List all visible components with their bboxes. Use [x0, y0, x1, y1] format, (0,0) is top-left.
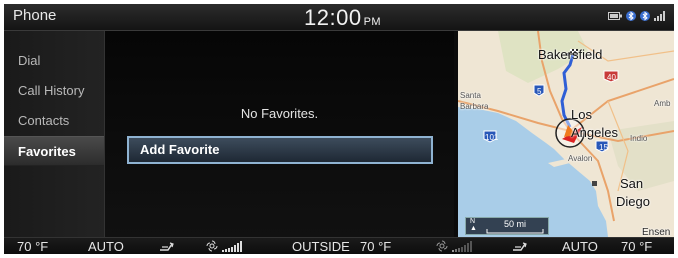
- infotainment-screen: Phone 12:00 PM Dial Call History Contacts…: [4, 4, 674, 254]
- outside-label: OUTSIDE: [292, 239, 350, 254]
- scale-bar: [486, 229, 544, 234]
- sidebar-item-dial[interactable]: Dial: [4, 46, 104, 76]
- navigation-map[interactable]: Bakersfield Santa Barbara Amb Los Angele…: [458, 31, 674, 237]
- clock-time: 12:00: [304, 5, 362, 30]
- bluetooth-icon: [626, 11, 636, 21]
- fan-speed-icon[interactable]: [436, 240, 480, 253]
- status-icons: [608, 11, 666, 21]
- signal-icon: [654, 11, 665, 21]
- north-label: N: [470, 218, 476, 225]
- air-direction-icon[interactable]: [158, 241, 176, 253]
- north-arrow-icon[interactable]: N ▲: [470, 218, 477, 232]
- clock: 12:00 PM: [304, 5, 381, 31]
- sidebar-item-favorites[interactable]: Favorites: [4, 136, 104, 166]
- shield-label-15: 15: [599, 143, 608, 152]
- shield-label-5: 5: [537, 87, 542, 96]
- map-label-los: Los: [571, 107, 592, 122]
- sidebar-item-call-history[interactable]: Call History: [4, 76, 104, 106]
- scale-value: 50 mi: [504, 219, 527, 229]
- clock-ampm: PM: [363, 16, 382, 28]
- right-climate-mode[interactable]: AUTO: [562, 239, 598, 254]
- map-label-angeles: Angeles: [571, 125, 618, 140]
- left-climate-mode[interactable]: AUTO: [88, 239, 124, 254]
- empty-favorites-message: No Favorites.: [240, 106, 319, 121]
- map-scale: N ▲ 50 mi: [465, 217, 549, 235]
- battery-icon: [608, 12, 622, 20]
- shield-label-101: 101: [485, 133, 499, 142]
- map-label-amb: Amb: [654, 99, 671, 108]
- climate-bar: 70 °F AUTO OUTSIDE 70 °F AUTO 70 °F: [4, 237, 674, 254]
- map-label-bakersfield: Bakersfield: [538, 47, 603, 62]
- map-label-santa: Santa: [460, 91, 481, 100]
- right-temperature[interactable]: 70 °F: [621, 239, 652, 254]
- bluetooth-icon: [640, 11, 650, 21]
- favorites-panel: No Favorites. Add Favorite: [105, 31, 454, 237]
- left-temperature[interactable]: 70 °F: [17, 239, 48, 254]
- map-label-ensen: Ensen: [642, 227, 671, 237]
- map-label-barbara: Barbara: [460, 102, 489, 111]
- map-label-san: San: [620, 176, 644, 191]
- add-favorite-button[interactable]: Add Favorite: [127, 136, 433, 164]
- map-label-avalon: Avalon: [568, 154, 593, 163]
- status-bar: Phone 12:00 PM: [4, 4, 674, 31]
- outside-temperature: 70 °F: [360, 239, 392, 254]
- fan-speed-icon[interactable]: [206, 240, 250, 253]
- map-label-indio: Indio: [630, 134, 648, 143]
- sidebar: Dial Call History Contacts Favorites: [4, 31, 105, 237]
- air-direction-icon[interactable]: [511, 241, 529, 253]
- shield-label-40: 40: [607, 73, 616, 82]
- map-label-diego: Diego: [616, 194, 650, 209]
- app-title: Phone: [13, 7, 57, 24]
- sidebar-item-contacts[interactable]: Contacts: [4, 106, 104, 136]
